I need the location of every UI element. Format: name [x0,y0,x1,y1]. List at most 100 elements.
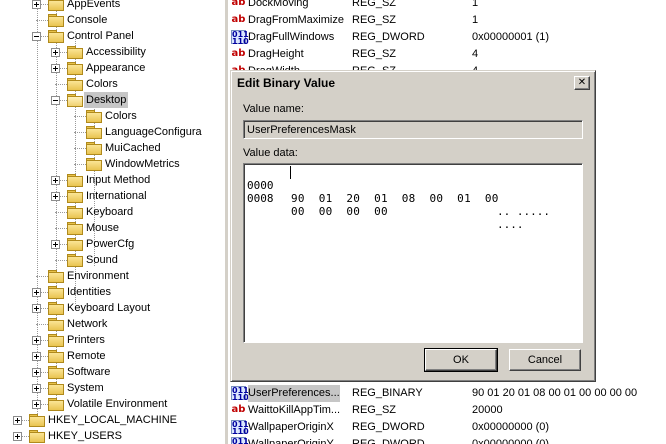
value-data: 90 01 20 01 08 00 01 00 00 00 00 [472,387,638,399]
value-name-label: Value name: [243,103,304,115]
tree-node[interactable]: International [51,188,224,204]
close-button[interactable]: ✕ [574,76,590,90]
tree-node-label: Environment [67,270,129,282]
tree-node[interactable]: HKEY_LOCAL_MACHINE [13,412,224,428]
expand-icon[interactable] [32,336,41,345]
tree-node[interactable]: Printers [32,332,224,348]
expand-icon[interactable] [32,384,41,393]
dialog-title: Edit Binary Value [237,76,336,90]
expand-icon[interactable] [13,432,22,441]
dialog-titlebar[interactable]: Edit Binary Value ✕ [234,74,592,92]
tree-node[interactable]: Colors [72,108,224,124]
tree-node[interactable]: Control Panel [32,28,224,44]
value-row[interactable]: 011 110 DragFullWindows REG_DWORD 0x00000001… [228,29,666,46]
expand-icon[interactable] [13,416,22,425]
string-value-icon: ab [231,404,246,415]
tree-node-label: Keyboard Layout [67,302,151,314]
hex-line: 0008 00 00 00 00 .... [247,179,524,231]
tree-node-label: International [86,190,147,202]
tree-node-label: HKEY_USERS [48,430,122,442]
folder-icon [67,174,83,187]
hex-ascii[interactable]: .... [497,218,524,231]
hex-ascii[interactable]: .. ..... [497,205,550,218]
tree-node[interactable]: Input Method [51,172,224,188]
expand-icon[interactable] [32,352,41,361]
value-data: 20000 [472,404,503,416]
tree-node[interactable]: Software [32,364,224,380]
value-row[interactable]: 011 110 UserPreferences... REG_BINARY 90 01 … [228,385,666,402]
folder-icon [67,62,83,75]
tree-node[interactable]: Accessibility [51,44,224,60]
value-name: DragHeight [248,48,304,60]
tree-node[interactable]: Network [34,316,224,332]
tree-node[interactable]: Appearance [51,60,224,76]
expand-icon[interactable] [51,64,60,73]
value-row[interactable]: ab DragFromMaximize REG_SZ 1 [228,12,666,29]
folder-icon [67,46,83,59]
tree-node-label: Mouse [86,222,120,234]
tree-node[interactable]: Sound [53,252,224,268]
tree-node[interactable]: System [32,380,224,396]
expand-icon[interactable] [51,48,60,57]
cancel-button[interactable]: Cancel [509,349,581,371]
tree-node-label: Colors [105,110,137,122]
value-row[interactable]: ab DragHeight REG_SZ 4 [228,46,666,63]
value-data: 1 [472,14,479,26]
value-name-field: UserPreferencesMask [243,120,583,139]
value-row[interactable]: ab DockMoving REG_SZ 1 [228,0,666,12]
tree-node[interactable]: Remote [32,348,224,364]
tree-node[interactable]: Environment [34,268,224,284]
value-row[interactable]: 011 110 WallpaperOriginX REG_DWORD 0x0000000… [228,419,666,436]
tree-node[interactable]: Colors [53,76,224,92]
tree-node[interactable]: HKEY_USERS [13,428,224,444]
tree-node-label: Input Method [86,174,151,186]
expand-icon[interactable] [32,0,41,9]
registry-tree[interactable]: AppEvents Console Control Panel Accessibili… [0,0,224,444]
tree-node[interactable]: AppEvents [32,0,224,12]
tree-node[interactable]: WindowMetrics [72,156,224,172]
expand-icon[interactable] [32,400,41,409]
expand-icon[interactable] [32,368,41,377]
expand-icon[interactable] [51,192,60,201]
tree-node-label: MuiCached [105,142,161,154]
tree-node[interactable]: PowerCfg [51,236,224,252]
tree-node[interactable]: Identities [32,284,224,300]
value-name: UserPreferences... [248,385,340,402]
tree-node[interactable]: Keyboard [53,204,224,220]
folder-icon [29,414,45,427]
expand-icon[interactable] [32,288,41,297]
value-type: REG_SZ [352,0,397,9]
expand-icon[interactable] [51,176,60,185]
value-type: REG_SZ [352,404,397,416]
value-data-hex-editor[interactable]: 0000 90 01 20 01 08 00 01 00 .. ..... 00… [243,163,583,343]
tree-node-label: Sound [86,254,118,266]
collapse-icon[interactable] [32,32,41,41]
tree-node[interactable]: MuiCached [72,140,224,156]
folder-icon [86,110,102,123]
tree-node-label: HKEY_LOCAL_MACHINE [48,414,177,426]
ok-button[interactable]: OK [424,348,498,372]
collapse-icon[interactable] [51,96,60,105]
tree-node[interactable]: LanguageConfigura [72,124,224,140]
tree-node-label: Printers [67,334,105,346]
value-data: 0x00000000 (0) [472,421,550,433]
tree-node-label: Software [67,366,111,378]
value-type: REG_DWORD [352,421,425,433]
folder-icon [48,334,64,347]
tree-node[interactable]: Console [34,12,224,28]
hex-offset: 0008 [247,192,274,205]
tree-node-label: WindowMetrics [105,158,180,170]
binary-value-icon: 011 110 [231,386,249,402]
text-caret [290,166,291,179]
tree-node-label: Appearance [86,62,146,74]
value-row[interactable]: ab WaittoKillAppTim... REG_SZ 20000 [228,402,666,419]
expand-icon[interactable] [32,304,41,313]
expand-icon[interactable] [51,240,60,249]
tree-node[interactable]: Volatile Environment [32,396,224,412]
value-row[interactable]: 011110WallpaperOriginY REG_DWORD 0x0000000… [228,436,666,444]
hex-bytes[interactable]: 00 00 00 00 [291,205,388,218]
tree-node[interactable]: Keyboard Layout [32,300,224,316]
tree-node[interactable]: Desktop [51,92,224,108]
tree-node[interactable]: Mouse [53,220,224,236]
hex-bytes[interactable]: 90 01 20 01 08 00 01 00 [291,192,499,205]
